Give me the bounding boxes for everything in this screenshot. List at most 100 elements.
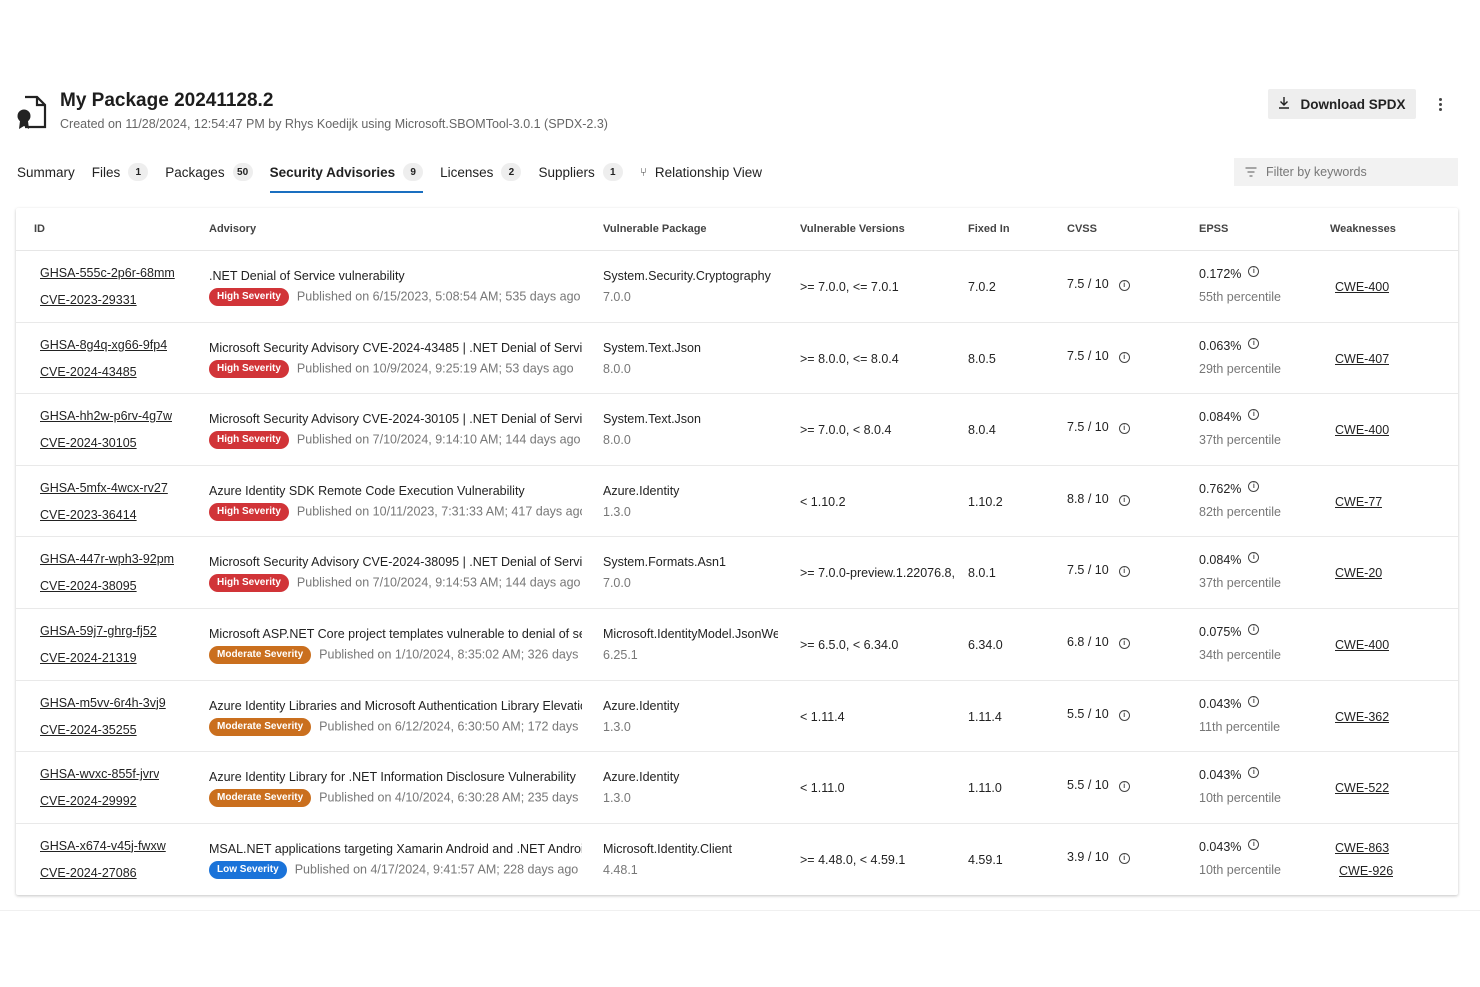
info-icon[interactable]: i [1118,781,1130,793]
info-icon[interactable]: i [1248,552,1260,564]
vulnerable-package-name: System.Security.Cryptography [603,269,771,283]
table-row: GHSA-447r-wph3-92pm CVE-2024-38095 Microso… [16,537,1458,609]
advisory-meta: Moderate Severity Published on 4/10/2024,… [209,789,582,808]
cve-link[interactable]: CVE-2024-38095 [40,579,137,593]
advisory-meta: Low Severity Published on 4/17/2024, 9:41… [209,860,582,879]
info-icon[interactable]: i [1118,423,1130,435]
page-subtitle: Created on 11/28/2024, 12:54:47 PM by Rh… [60,117,608,131]
cvss-score: 7.5 / 10 i [1067,277,1130,291]
filter-input[interactable]: Filter by keywords [1234,158,1458,186]
ghsa-link[interactable]: GHSA-555c-2p6r-68mm [40,266,175,280]
column-header-epss[interactable]: EPSS [1199,223,1228,235]
info-icon[interactable]: i [1248,409,1260,421]
ghsa-link[interactable]: GHSA-447r-wph3-92pm [40,552,174,566]
column-header-cvss[interactable]: CVSS [1067,223,1097,235]
column-header-fixed-in[interactable]: Fixed In [968,223,1010,235]
tab-security-advisories[interactable]: Security Advisories 9 [269,158,424,193]
vulnerable-package-name: Azure.Identity [603,698,680,713]
info-icon[interactable]: i [1118,638,1130,649]
vulnerable-package-name: System.Formats.Asn1 [603,555,726,570]
tab-summary[interactable]: Summary [17,158,75,186]
info-icon[interactable]: i [1118,494,1130,506]
info-icon[interactable]: i [1118,566,1130,578]
weakness-link[interactable]: CWE-522 [1335,781,1389,795]
weakness-link[interactable]: CWE-77 [1335,495,1382,509]
cve-link[interactable]: CVE-2024-30105 [40,436,137,450]
weakness-link[interactable]: CWE-407 [1335,352,1389,366]
epss-value: 0.084% [1199,553,1242,568]
severity-badge: High Severity [209,359,289,378]
ghsa-link[interactable]: GHSA-59j7-ghrg-fj52 [40,624,157,638]
info-icon[interactable]: i [1118,852,1130,864]
tab-files[interactable]: Files 1 [92,158,149,186]
info-icon[interactable]: i [1118,709,1130,721]
info-icon[interactable]: i [1248,767,1260,779]
weakness-link[interactable]: CWE-362 [1335,710,1389,724]
weakness-link[interactable]: CWE-20 [1335,566,1382,580]
fixed-in-version: 4.59.1 [968,852,1003,867]
tab-label: Files [91,164,121,180]
epss-percentile: 34th percentile [1199,648,1282,662]
ghsa-link[interactable]: GHSA-hh2w-p6rv-4g7w [40,409,172,423]
published-date: Published on 4/10/2024, 6:30:28 AM; 235 … [319,790,582,805]
info-icon[interactable]: i [1118,351,1130,363]
cve-link[interactable]: CVE-2024-27086 [40,866,137,880]
info-icon[interactable]: i [1248,838,1260,850]
filter-icon [1245,167,1257,177]
epss-score: 0.172% i [1199,266,1260,281]
fixed-in-version: 6.34.0 [968,638,1003,652]
severity-badge: Moderate Severity [209,789,312,808]
download-icon [1278,96,1290,112]
weakness-link[interactable]: CWE-400 [1335,280,1389,294]
cvss-value: 3.9 / 10 [1067,849,1109,864]
advisory-meta: High Severity Published on 7/10/2024, 9:1… [209,431,582,450]
tab-count-badge: 1 [128,163,149,181]
severity-badge: High Severity [209,431,289,450]
cve-link[interactable]: CVE-2023-36414 [40,508,137,522]
info-icon[interactable]: i [1248,624,1260,635]
tab-licenses[interactable]: Licenses 2 [440,158,522,186]
cve-link[interactable]: CVE-2023-29331 [40,293,137,307]
ghsa-link[interactable]: GHSA-5mfx-4wcx-rv27 [40,481,168,495]
cve-link[interactable]: CVE-2024-29992 [40,794,137,808]
advisory-title: MSAL.NET applications targeting Xamarin … [209,841,582,856]
cvss-value: 7.5 / 10 [1067,420,1109,435]
info-icon[interactable]: i [1248,480,1260,492]
weakness-link[interactable]: CWE-926 [1339,864,1393,878]
ghsa-link[interactable]: GHSA-wvxc-855f-jvrv [40,767,159,781]
info-icon[interactable]: i [1248,266,1260,277]
ghsa-link[interactable]: GHSA-8g4q-xg66-9fp4 [40,338,167,352]
tab-label: Relationship View [654,164,762,180]
weakness-link[interactable]: CWE-400 [1335,423,1389,437]
tab-suppliers[interactable]: Suppliers 1 [538,158,623,186]
ghsa-link[interactable]: GHSA-x674-v45j-fwxw [40,839,166,853]
ghsa-link[interactable]: GHSA-m5vv-6r4h-3vj9 [40,696,166,710]
cve-link[interactable]: CVE-2024-21319 [40,651,137,665]
vulnerable-versions: >= 4.48.0, < 4.59.1 [800,852,906,867]
column-header-advisory[interactable]: Advisory [209,223,256,235]
vulnerable-package-version: 8.0.0 [603,361,631,376]
info-icon[interactable]: i [1248,695,1260,707]
weakness-link[interactable]: CWE-400 [1335,638,1389,652]
severity-badge: High Severity [209,574,289,593]
column-header-id[interactable]: ID [34,223,45,235]
tab-relationship-view[interactable]: ⑂ Relationship View [640,158,762,186]
advisory-title: Microsoft ASP.NET Core project templates… [209,627,582,641]
severity-badge: Moderate Severity [209,646,312,664]
vulnerable-package-version: 1.3.0 [603,719,631,734]
column-header-vulnerable-versions[interactable]: Vulnerable Versions [800,223,905,235]
cve-link[interactable]: CVE-2024-35255 [40,723,137,737]
fixed-in-version: 8.0.4 [968,423,996,438]
info-icon[interactable]: i [1248,337,1260,349]
tab-packages[interactable]: Packages 50 [165,158,253,186]
download-spdx-button[interactable]: Download SPDX [1268,89,1416,119]
info-icon[interactable]: i [1118,280,1130,291]
cve-link[interactable]: CVE-2024-43485 [40,365,137,379]
advisory-title: Microsoft Security Advisory CVE-2024-434… [209,340,582,355]
column-header-vulnerable-package[interactable]: Vulnerable Package [603,223,707,235]
more-options-icon[interactable] [1434,94,1446,114]
epss-score: 0.762% i [1199,480,1260,496]
advisory-title: Microsoft Security Advisory CVE-2024-380… [209,555,582,570]
weakness-link[interactable]: CWE-863 [1335,841,1389,855]
column-header-weaknesses[interactable]: Weaknesses [1330,223,1396,235]
